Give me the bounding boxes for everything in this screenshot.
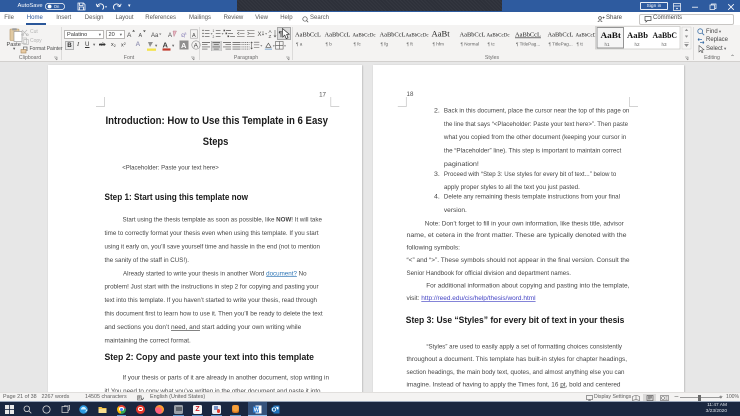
svg-text:AaBbCcL: AaBbCcL: [460, 32, 486, 39]
svg-text:¶ Normal: ¶ Normal: [461, 42, 480, 47]
svg-text:maintaining the correct format: maintaining the correct format.: [105, 337, 191, 344]
svg-text:Step 3: Use “Styles” for every: Step 3: Use “Styles” for every bit of te…: [406, 315, 625, 326]
svg-text:AaBbCcDc: AaBbCcDc: [353, 34, 377, 39]
svg-text:AaBbCcL: AaBbCcL: [295, 32, 321, 39]
svg-text:section headings, the main bod: section headings, the main body text, qu…: [407, 368, 625, 375]
svg-text:apply proper styles to all the: apply proper styles to all the text you …: [444, 183, 580, 190]
svg-text:Already started to write your: Already started to write your thesis in …: [123, 270, 307, 277]
svg-text:¶ tc: ¶ tc: [488, 42, 496, 47]
svg-text:pagination!: pagination!: [444, 161, 479, 168]
svg-text:throughout a document. This t: throughout a document. This template has…: [407, 356, 628, 363]
svg-text:visit: http://reed.edu/cis/hel: visit: http://reed.edu/cis/help/thesis/w…: [407, 295, 537, 302]
svg-text:AaBbCcL: AaBbCcL: [548, 32, 574, 39]
svg-text:h3: h3: [661, 42, 667, 47]
svg-text:text into this template. If y: text into this template. If you haven’t …: [105, 297, 318, 304]
svg-text:AaBbCcDc: AaBbCcDc: [487, 34, 511, 39]
svg-text:version.: version.: [444, 207, 467, 214]
svg-text:Introduction: How to Use this: Introduction: How to Use this Template i…: [106, 115, 329, 127]
svg-text:¶ TitlePag...: ¶ TitlePag...: [549, 42, 573, 47]
svg-text:problem! Just start with the: problem! Just start with the instruction…: [105, 283, 320, 290]
svg-text:AaBbCcL: AaBbCcL: [380, 32, 406, 39]
svg-text:following symbols:: following symbols:: [407, 244, 461, 251]
svg-text:2.: 2.: [434, 107, 440, 114]
svg-text:¶ TitlePag...: ¶ TitlePag...: [516, 42, 540, 47]
svg-text:For additional information abo: For additional information about copying…: [426, 282, 629, 289]
svg-text:AaBb: AaBb: [627, 30, 648, 40]
svg-text:W: W: [254, 407, 260, 413]
svg-text:<Placeholder: Paste your text: <Placeholder: Paste your text here>: [122, 164, 219, 171]
svg-text:and sections you don’t need, a: and sections you don’t need, and start a…: [105, 324, 302, 331]
svg-text:AaBbCcL: AaBbCcL: [325, 32, 351, 39]
svg-text:h1: h1: [604, 42, 610, 47]
svg-text:h2: h2: [634, 42, 640, 47]
svg-text:“Styles” are used to easily ap: “Styles” are used to easily apply a set …: [427, 343, 623, 350]
svg-text:¶ ft: ¶ ft: [407, 42, 414, 47]
svg-text:3.: 3.: [434, 171, 440, 178]
svg-text:¶ fc: ¶ fc: [354, 42, 362, 47]
svg-text:using it early on, you’ll save: using it early on, you’ll save yourself …: [105, 243, 321, 250]
svg-text:Step 2: Copy and paste your te: Step 2: Copy and paste your text into th…: [105, 352, 315, 363]
svg-text:¶ tt: ¶ tt: [577, 42, 584, 47]
svg-text:this document first to learn h: this document first to learn how to use …: [105, 310, 323, 317]
svg-text:name, et cetera in the front m: name, et cetera in the front matter. The…: [407, 232, 627, 239]
svg-text:Delete any remaining thesis te: Delete any remaining thesis template ins…: [444, 193, 621, 200]
svg-text:imagine. Instead of having to: imagine. Instead of having to apply the …: [407, 381, 621, 388]
svg-text:the line that says “<Placehold: the line that says “<Placeholder: Paste …: [444, 120, 628, 127]
svg-text:If your thesis or parts of it: If your thesis or parts of it are alread…: [123, 374, 330, 381]
svg-text:Steps: Steps: [203, 136, 229, 148]
svg-text:the “Placeholder” line). This: the “Placeholder” line). This step is im…: [444, 147, 622, 154]
svg-text:AaBbCcL: AaBbCcL: [515, 32, 541, 39]
svg-text:AaBt: AaBt: [432, 29, 451, 39]
svg-text:AaBt: AaBt: [601, 30, 622, 40]
svg-text:Back in this document, place t: Back in this document, place the cursor …: [444, 107, 630, 114]
svg-text:Proceed with “Step 3: Use styl: Proceed with “Step 3: Use styles for eve…: [444, 171, 617, 178]
svg-text:“<” and “>”. These symbols sh: “<” and “>”. These symbols should not ap…: [407, 257, 630, 264]
svg-text:¶ hfm: ¶ hfm: [433, 42, 445, 47]
svg-text:Note: Don’t forget to fill in: Note: Don’t forget to fill in your own i…: [425, 220, 625, 227]
svg-text:4.: 4.: [434, 193, 440, 200]
svg-text:the sanity of the staff in CUS: the sanity of the staff in CUS!).: [105, 256, 190, 263]
svg-text:On: On: [53, 4, 59, 9]
svg-text:time to correctly format your: time to correctly format your thesis eve…: [105, 229, 319, 236]
svg-text:what you copied from the other: what you copied from the other document …: [443, 134, 627, 141]
svg-text:17: 17: [319, 91, 326, 98]
svg-text:18: 18: [407, 91, 414, 98]
svg-text:AaBbCcDc: AaBbCcDc: [406, 34, 430, 39]
svg-text:Start using the thesis templat: Start using the thesis template as soon …: [123, 216, 323, 223]
svg-text:Step 1: Start using this templ: Step 1: Start using this template now: [105, 192, 249, 203]
svg-text:¶ fg: ¶ fg: [381, 42, 389, 47]
svg-text:¶ b: ¶ b: [326, 42, 333, 47]
svg-text:Senior Handbook for official d: Senior Handbook for official division an…: [407, 269, 572, 276]
svg-text:¶ a: ¶ a: [296, 42, 303, 47]
svg-text:AaBbC: AaBbC: [653, 30, 678, 40]
